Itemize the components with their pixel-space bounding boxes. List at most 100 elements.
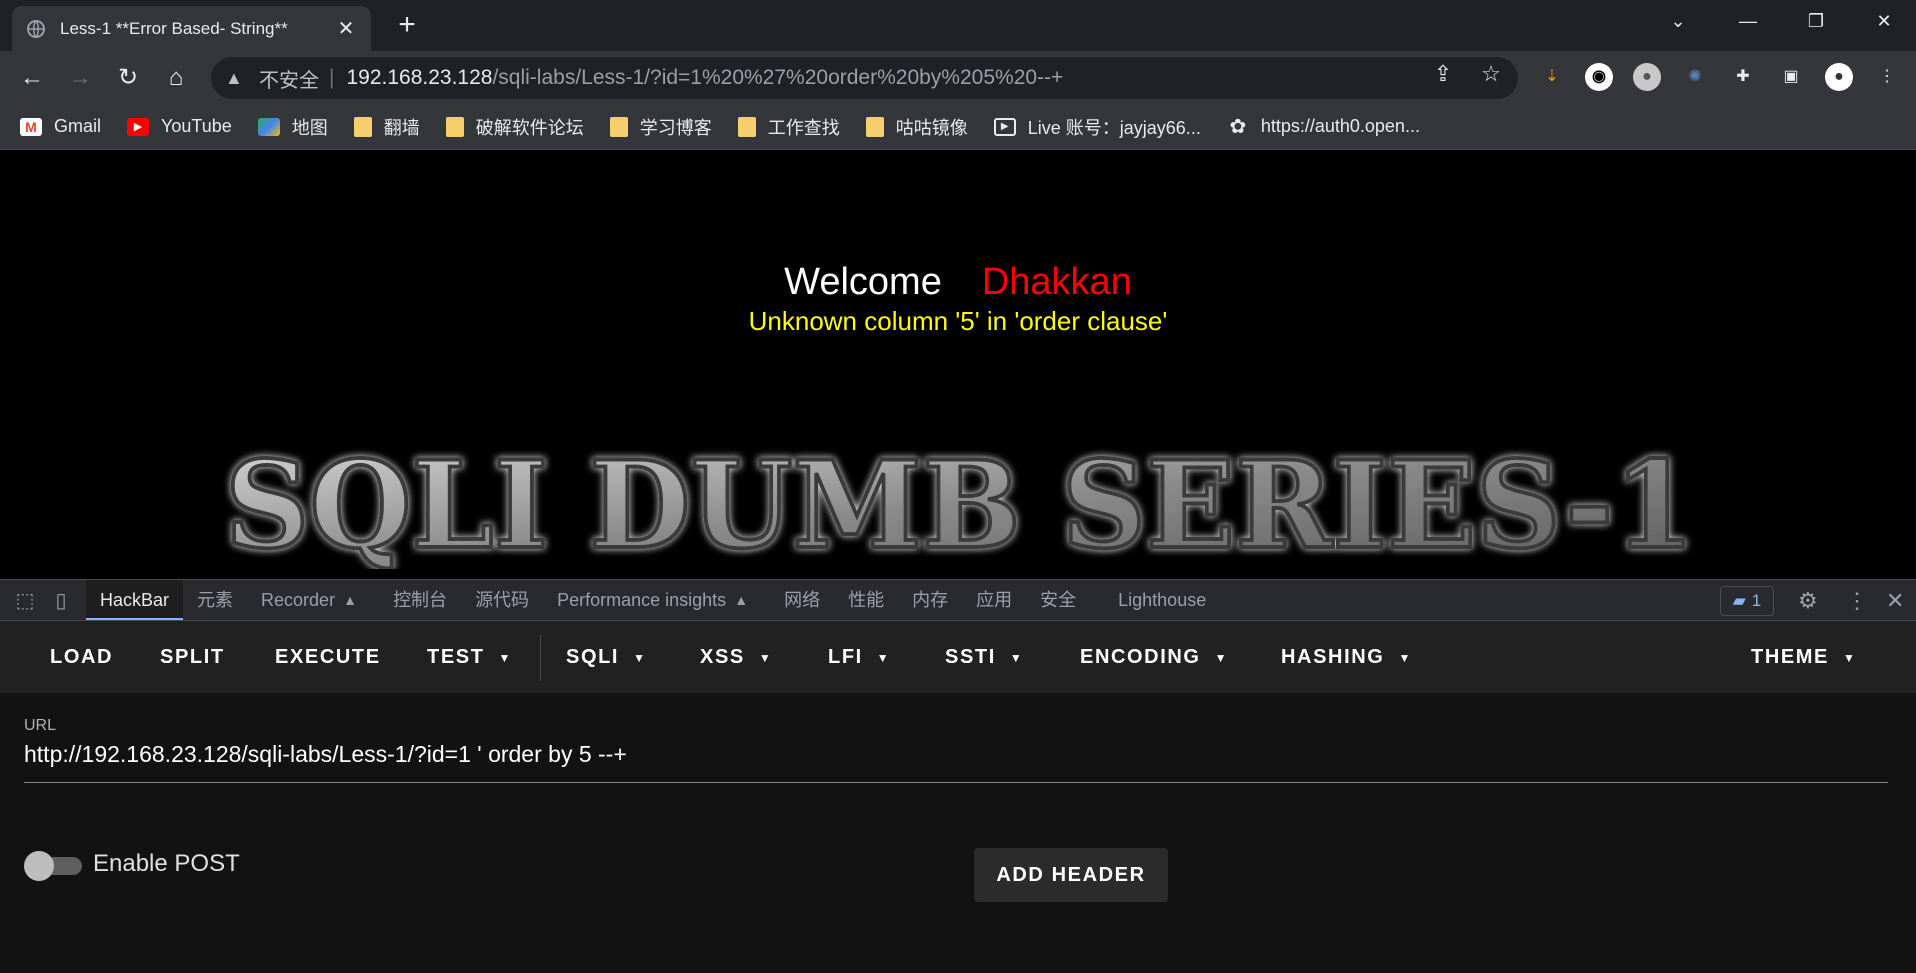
hackbar-menu: LOAD SPLIT EXECUTE TEST ▼ SQLI ▼ XSS ▼ LFI ▼… [0, 621, 1916, 693]
forward-icon[interactable]: → [64, 62, 96, 94]
bookmark-label: 学习博客 [639, 117, 712, 138]
reload-icon[interactable]: ↻ [112, 62, 144, 94]
tab-strip: Less-1 **Error Based- String** ✕ + ⌄ — ❐… [0, 0, 1916, 51]
openai-icon: ✿ [1229, 115, 1247, 138]
devtools-tab-lighthouse[interactable]: Lighthouse [1104, 580, 1220, 620]
devtools-tabbar: ⬚ ▯ HackBar 元素 Recorder ▲ 控制台 源代码 Perfor… [0, 579, 1916, 621]
toggle-knob [24, 851, 54, 881]
bookmark-folder[interactable]: 咕咕镜像 [865, 114, 968, 140]
bookmark-label: Live 账号：jayjay66... [1027, 117, 1201, 138]
browser-toolbar: ← → ↻ ⌂ ▲ 不安全 | 192.168.23.128/sqli-labs… [0, 51, 1916, 104]
devtools-tab-performance[interactable]: 性能 [834, 580, 898, 620]
window-close-button[interactable]: ✕ [1864, 6, 1904, 36]
experiment-flask-icon: ▲ [343, 592, 357, 608]
star-icon[interactable]: ☆ [1478, 61, 1504, 87]
bookmark-folder[interactable]: 工作查找 [737, 114, 840, 140]
url-input[interactable]: http://192.168.23.128/sqli-labs/Less-1/?… [24, 741, 627, 768]
message-icon: ▰ [1732, 591, 1746, 610]
bookmark-folder[interactable]: 翻墙 [353, 114, 420, 140]
devtools-tab-performance-insights[interactable]: Performance insights [543, 580, 740, 620]
youtube-icon: ▶ [127, 117, 150, 136]
share-icon[interactable]: ⇪ [1430, 61, 1456, 87]
bookmark-maps[interactable]: 地图 [257, 114, 328, 140]
devtools-tab-recorder[interactable]: Recorder [247, 580, 349, 620]
extension-circle-icon[interactable]: ● [1633, 63, 1661, 91]
profile-avatar[interactable]: ● [1825, 63, 1853, 91]
enable-post-toggle[interactable] [24, 851, 82, 881]
lfi-menu[interactable]: LFI ▼ [828, 621, 890, 693]
issues-badge[interactable]: ▰ 1 [1720, 586, 1774, 616]
devtools-tab-console[interactable]: 控制台 [379, 580, 461, 620]
extension-web-icon[interactable]: ✺ [1681, 63, 1709, 91]
minimize-button[interactable]: — [1728, 6, 1768, 36]
home-icon[interactable]: ⌂ [160, 62, 192, 94]
encoding-menu[interactable]: ENCODING ▼ [1080, 621, 1228, 693]
xss-menu[interactable]: XSS ▼ [700, 621, 772, 693]
new-tab-button[interactable]: + [392, 10, 422, 40]
ssti-menu[interactable]: SSTI ▼ [945, 621, 1023, 693]
bookmark-label: YouTube [161, 116, 232, 136]
load-button[interactable]: LOAD [50, 621, 113, 693]
encoding-label: ENCODING [1080, 646, 1201, 668]
extension-mask-icon[interactable]: ◉ [1585, 63, 1613, 91]
hashing-label: HASHING [1281, 646, 1385, 668]
tab-search-icon[interactable]: ⌄ [1658, 6, 1698, 36]
split-button[interactable]: SPLIT [160, 621, 225, 693]
devtools-tab-network[interactable]: 网络 [770, 580, 834, 620]
theme-menu[interactable]: THEME ▼ [1751, 621, 1856, 693]
welcome-line: Welcome Dhakkan [0, 261, 1916, 304]
caret-down-icon: ▼ [1009, 650, 1024, 665]
sqli-menu[interactable]: SQLI ▼ [566, 621, 647, 693]
caret-down-icon: ▼ [1843, 650, 1857, 665]
device-toolbar-icon[interactable]: ▯ [46, 588, 76, 613]
folder-icon [609, 116, 628, 137]
bookmark-openai[interactable]: ✿ https://auth0.open... [1227, 116, 1420, 137]
address-bar[interactable]: ▲ 不安全 | 192.168.23.128/sqli-labs/Less-1/… [211, 57, 1518, 99]
devtools-tab-hackbar[interactable]: HackBar [86, 580, 184, 620]
extensions-puzzle-icon[interactable]: ✚ [1729, 63, 1757, 91]
caret-down-icon: ▼ [758, 650, 773, 665]
test-label: TEST [427, 646, 485, 668]
sqli-label: SQLI [566, 646, 620, 668]
bookmark-live[interactable]: ▶ Live 账号：jayjay66... [993, 114, 1201, 140]
lfi-label: LFI [828, 646, 863, 668]
tab-close-icon[interactable]: ✕ [335, 16, 357, 41]
bookmark-folder[interactable]: 破解软件论坛 [445, 114, 584, 140]
url-input-underline [24, 782, 1888, 783]
test-menu[interactable]: TEST ▼ [427, 621, 512, 693]
xss-label: XSS [700, 646, 745, 668]
ssti-label: SSTI [945, 646, 996, 668]
bookmark-youtube[interactable]: ▶ YouTube [127, 116, 232, 137]
side-panel-icon[interactable]: ▣ [1777, 63, 1805, 91]
banner-text: SQLI DUMB SERIES-1 [225, 435, 1695, 569]
execute-button[interactable]: EXECUTE [275, 621, 381, 693]
settings-gear-icon[interactable]: ⚙ [1798, 580, 1818, 622]
extension-download-icon[interactable]: ⇣ [1538, 63, 1566, 91]
devtools-tab-security[interactable]: 安全 [1026, 580, 1090, 620]
back-icon[interactable]: ← [16, 62, 48, 94]
sqli-banner-logo: SQLI DUMB SERIES-1 [223, 433, 1697, 569]
add-header-button[interactable]: ADD HEADER [974, 848, 1168, 902]
hashing-menu[interactable]: HASHING ▼ [1281, 621, 1412, 693]
devtools-more-icon[interactable]: ⋮ [1846, 580, 1868, 622]
devtools-close-icon[interactable]: ✕ [1886, 580, 1904, 622]
restore-button[interactable]: ❐ [1796, 6, 1836, 36]
omnibox-separator: | [329, 66, 335, 89]
bookmarks-bar: M Gmail ▶ YouTube 地图 翻墙 破解软件论坛 学习博客 工作查找… [0, 104, 1916, 150]
folder-icon [737, 116, 756, 137]
devtools-tab-memory[interactable]: 内存 [898, 580, 962, 620]
devtools-tab-application[interactable]: 应用 [962, 580, 1026, 620]
url-field-label: URL [24, 717, 57, 734]
browser-tab[interactable]: Less-1 **Error Based- String** ✕ [12, 6, 371, 51]
devtools-tab-sources[interactable]: 源代码 [461, 580, 543, 620]
inspect-element-icon[interactable]: ⬚ [10, 588, 40, 613]
bookmark-label: https://auth0.open... [1260, 116, 1420, 136]
warning-icon: ▲ [225, 67, 243, 88]
bookmark-label: 工作查找 [767, 117, 840, 138]
devtools-tab-elements[interactable]: 元素 [183, 580, 247, 620]
more-menu-icon[interactable]: ⋮ [1873, 63, 1901, 91]
bookmark-gmail[interactable]: M Gmail [20, 116, 101, 137]
bookmark-folder[interactable]: 学习博客 [609, 114, 712, 140]
gmail-icon: M [20, 117, 42, 136]
menu-divider [540, 635, 541, 681]
